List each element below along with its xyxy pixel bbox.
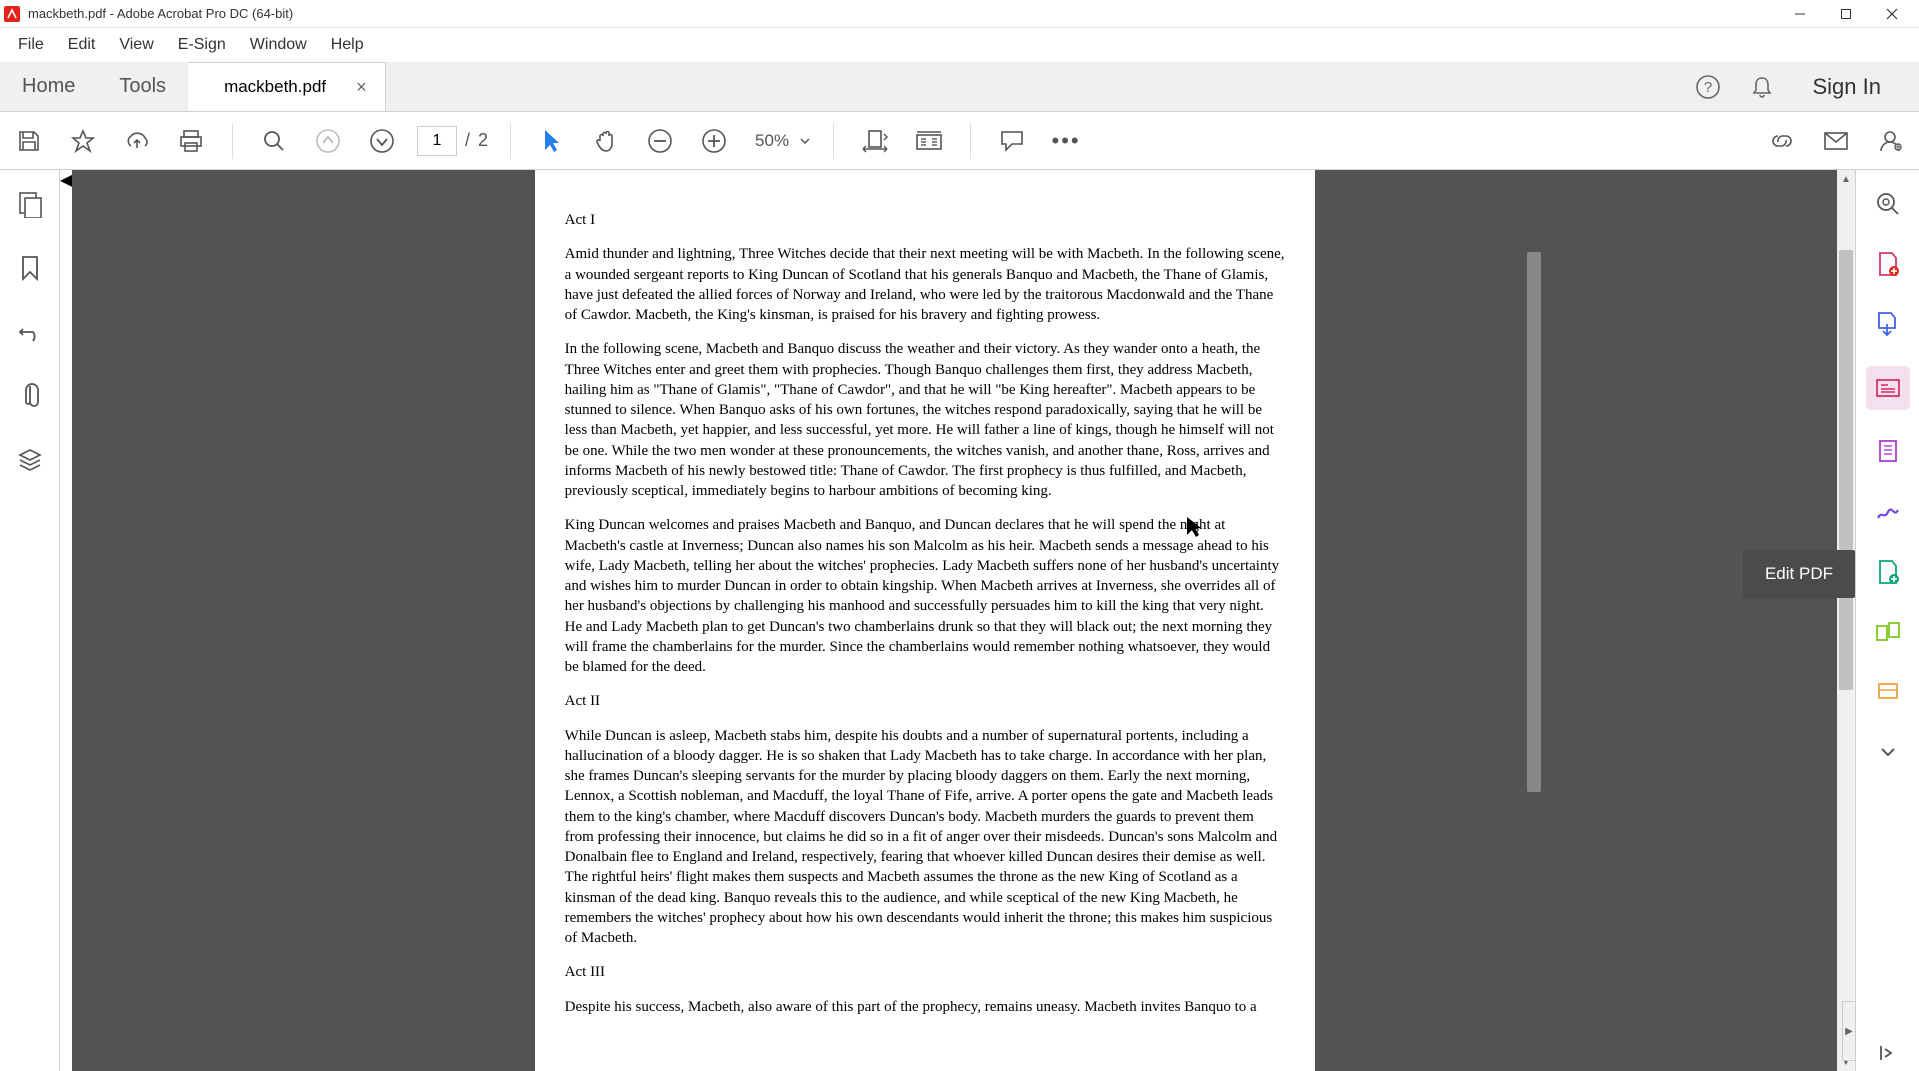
- create-pdf-icon[interactable]: [1870, 246, 1906, 282]
- svg-text:?: ?: [1703, 79, 1711, 96]
- act3-p1: Despite his success, Macbeth, also aware…: [565, 997, 1285, 1017]
- menu-file[interactable]: File: [6, 30, 56, 60]
- comment-icon[interactable]: [993, 122, 1031, 160]
- notifications-icon[interactable]: [1745, 70, 1779, 104]
- save-icon[interactable]: [10, 122, 48, 160]
- page-current-input[interactable]: [417, 126, 457, 156]
- search-tools-icon[interactable]: [1870, 186, 1906, 222]
- outer-scroll-thumb[interactable]: [1839, 250, 1853, 690]
- tab-document-label: mackbeth.pdf: [224, 77, 326, 97]
- more-tools-icon[interactable]: •••: [1047, 122, 1085, 160]
- tooltip-edit-pdf: Edit PDF: [1743, 550, 1855, 598]
- maximize-button[interactable]: [1823, 0, 1869, 28]
- right-tools-rail: ▶: [1855, 170, 1919, 1071]
- window-title: mackbeth.pdf - Adobe Acrobat Pro DC (64-…: [28, 6, 1777, 21]
- menu-esign[interactable]: E-Sign: [166, 30, 238, 60]
- menubar: File Edit View E-Sign Window Help: [0, 28, 1919, 62]
- undo-icon[interactable]: [12, 314, 48, 350]
- edit-pdf-icon[interactable]: [1866, 366, 1910, 410]
- read-mode-icon[interactable]: [910, 122, 948, 160]
- zoom-dropdown[interactable]: 50%: [749, 127, 811, 155]
- act1-p3: King Duncan welcomes and praises Macbeth…: [565, 515, 1285, 677]
- bookmarks-icon[interactable]: [12, 250, 48, 286]
- share-people-icon[interactable]: [1871, 122, 1909, 160]
- pdf-page: Act I Amid thunder and lightning, Three …: [535, 170, 1315, 1071]
- tab-document[interactable]: mackbeth.pdf ×: [188, 62, 386, 111]
- star-icon[interactable]: [64, 122, 102, 160]
- combine-files-icon[interactable]: [1870, 614, 1906, 650]
- act2-heading: Act II: [565, 691, 1285, 711]
- scroll-up-arrow[interactable]: ▲: [1837, 170, 1855, 188]
- page-down-icon[interactable]: [363, 122, 401, 160]
- request-signatures-icon[interactable]: [1870, 554, 1906, 590]
- print-icon[interactable]: [172, 122, 210, 160]
- signin-link[interactable]: Sign In: [1799, 74, 1896, 100]
- outer-scrollbar[interactable]: ▲ ▼: [1837, 170, 1855, 1071]
- tab-tools[interactable]: Tools: [97, 62, 188, 111]
- document-viewport[interactable]: Act I Amid thunder and lightning, Three …: [72, 170, 1855, 1071]
- zoom-in-icon[interactable]: [695, 122, 733, 160]
- menu-help[interactable]: Help: [319, 30, 376, 60]
- selection-tool-icon[interactable]: [533, 122, 571, 160]
- email-icon[interactable]: [1817, 122, 1855, 160]
- page-sep: /: [465, 130, 470, 151]
- titlebar: mackbeth.pdf - Adobe Acrobat Pro DC (64-…: [0, 0, 1919, 28]
- cloud-upload-icon[interactable]: [118, 122, 156, 160]
- left-nav-rail: [0, 170, 60, 1071]
- zoom-value: 50%: [749, 127, 795, 155]
- right-rail-collapse[interactable]: ▶: [1842, 1001, 1856, 1061]
- collapse-right-rail-icon[interactable]: [1870, 1035, 1906, 1071]
- thumbnails-icon[interactable]: [12, 186, 48, 222]
- help-icon[interactable]: ?: [1691, 70, 1725, 104]
- more-tools-down-icon[interactable]: [1870, 734, 1906, 770]
- act1-heading: Act I: [565, 210, 1285, 230]
- page-indicator: / 2: [417, 126, 488, 156]
- stamp-icon[interactable]: [1870, 674, 1906, 710]
- page-total: 2: [478, 130, 488, 151]
- window-controls: [1777, 0, 1915, 28]
- inner-scroll-thumb[interactable]: [1527, 252, 1541, 792]
- fit-width-icon[interactable]: [856, 122, 894, 160]
- minimize-button[interactable]: [1777, 0, 1823, 28]
- menu-view[interactable]: View: [107, 30, 165, 60]
- share-link-icon[interactable]: [1763, 122, 1801, 160]
- hand-tool-icon[interactable]: [587, 122, 625, 160]
- act2-p1: While Duncan is asleep, Macbeth stabs hi…: [565, 726, 1285, 949]
- main-area: ◀ Act I Amid thunder and lightning, Thre…: [0, 170, 1919, 1071]
- left-rail-collapse[interactable]: ◀: [60, 170, 72, 1071]
- organize-pages-icon[interactable]: [1870, 434, 1906, 470]
- fill-sign-icon[interactable]: [1870, 494, 1906, 530]
- act1-p1: Amid thunder and lightning, Three Witche…: [565, 244, 1285, 325]
- toolbar: / 2 50% •••: [0, 112, 1919, 170]
- inner-scrollbar[interactable]: [1527, 252, 1541, 792]
- export-pdf-icon[interactable]: [1870, 306, 1906, 342]
- act3-heading: Act III: [565, 962, 1285, 982]
- page-up-icon[interactable]: [309, 122, 347, 160]
- zoom-out-icon[interactable]: [641, 122, 679, 160]
- tab-close-icon[interactable]: ×: [356, 77, 367, 98]
- find-icon[interactable]: [255, 122, 293, 160]
- menu-window[interactable]: Window: [238, 30, 319, 60]
- menu-edit[interactable]: Edit: [56, 30, 108, 60]
- tabbar: Home Tools mackbeth.pdf × ? Sign In: [0, 62, 1919, 112]
- acrobat-icon: [4, 6, 20, 22]
- tab-home[interactable]: Home: [0, 62, 97, 111]
- act1-p2: In the following scene, Macbeth and Banq…: [565, 339, 1285, 501]
- chevron-down-icon: [799, 135, 811, 147]
- layers-icon[interactable]: [12, 442, 48, 478]
- attachments-icon[interactable]: [12, 378, 48, 414]
- close-button[interactable]: [1869, 0, 1915, 28]
